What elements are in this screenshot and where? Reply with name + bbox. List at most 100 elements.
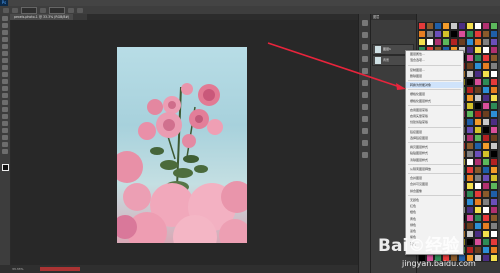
stamp-tool-icon[interactable] xyxy=(2,72,8,77)
color-swatch[interactable] xyxy=(474,126,482,134)
color-swatch[interactable] xyxy=(474,214,482,222)
color-swatch[interactable] xyxy=(474,86,482,94)
color-swatch[interactable] xyxy=(474,182,482,190)
color-swatch[interactable] xyxy=(426,38,434,46)
color-swatch[interactable] xyxy=(490,206,498,214)
option-select[interactable] xyxy=(21,6,37,14)
character-panel-icon[interactable] xyxy=(362,56,368,62)
path-select-tool-icon[interactable] xyxy=(2,128,8,133)
color-swatch[interactable] xyxy=(466,126,474,134)
color-swatch[interactable] xyxy=(466,46,474,54)
color-swatch[interactable] xyxy=(466,214,474,222)
color-swatch[interactable] xyxy=(482,62,490,70)
hand-tool-icon[interactable] xyxy=(2,142,8,147)
color-swatch[interactable] xyxy=(474,102,482,110)
option-select[interactable] xyxy=(49,6,65,14)
channels-panel-icon[interactable] xyxy=(362,128,368,134)
color-swatch[interactable] xyxy=(474,94,482,102)
color-swatch[interactable] xyxy=(482,182,490,190)
crop-tool-icon[interactable] xyxy=(2,44,8,49)
color-swatch[interactable] xyxy=(482,206,490,214)
color-swatch[interactable] xyxy=(474,118,482,126)
color-swatch[interactable] xyxy=(474,70,482,78)
color-swatch[interactable] xyxy=(490,110,498,118)
color-swatch[interactable] xyxy=(418,38,426,46)
context-menu-item[interactable]: 创建剪贴蒙版 xyxy=(406,119,463,125)
color-swatch[interactable] xyxy=(466,70,474,78)
context-menu-item[interactable]: 选择链接图层 xyxy=(406,135,463,141)
brush-tool-icon[interactable] xyxy=(2,65,8,70)
color-swatch[interactable] xyxy=(474,78,482,86)
navigator-panel-icon[interactable] xyxy=(362,116,368,122)
foreground-color-swatch[interactable] xyxy=(2,164,9,171)
color-swatch[interactable] xyxy=(474,54,482,62)
color-swatch[interactable] xyxy=(466,174,474,182)
move-tool-icon[interactable] xyxy=(2,16,8,21)
context-menu-item[interactable]: 转换为智能对象 xyxy=(406,82,463,89)
blur-tool-icon[interactable] xyxy=(2,100,8,105)
color-swatch[interactable] xyxy=(418,30,426,38)
context-menu-item[interactable]: 混合选项... xyxy=(406,57,463,63)
color-swatch[interactable] xyxy=(466,198,474,206)
color-swatch[interactable] xyxy=(466,102,474,110)
color-swatch[interactable] xyxy=(490,30,498,38)
paragraph-panel-icon[interactable] xyxy=(362,68,368,74)
color-swatch[interactable] xyxy=(482,54,490,62)
color-swatch[interactable] xyxy=(474,222,482,230)
color-swatch[interactable] xyxy=(482,150,490,158)
color-swatch[interactable] xyxy=(490,102,498,110)
color-swatch[interactable] xyxy=(482,38,490,46)
color-swatch[interactable] xyxy=(474,110,482,118)
actions-panel-icon[interactable] xyxy=(362,92,368,98)
color-swatch[interactable] xyxy=(466,166,474,174)
color-swatch[interactable] xyxy=(434,22,442,30)
color-swatch[interactable] xyxy=(482,230,490,238)
color-swatch[interactable] xyxy=(466,38,474,46)
color-swatch[interactable] xyxy=(474,246,482,254)
color-swatch[interactable] xyxy=(458,22,466,30)
color-swatch[interactable] xyxy=(474,62,482,70)
color-swatch[interactable] xyxy=(466,110,474,118)
color-swatch[interactable] xyxy=(466,62,474,70)
color-swatch[interactable] xyxy=(450,38,458,46)
option-button[interactable] xyxy=(68,7,74,13)
eyedropper-tool-icon[interactable] xyxy=(2,51,8,56)
color-swatch[interactable] xyxy=(490,54,498,62)
color-swatch[interactable] xyxy=(490,222,498,230)
color-swatch[interactable] xyxy=(466,222,474,230)
color-swatch[interactable] xyxy=(474,166,482,174)
color-swatch[interactable] xyxy=(466,22,474,30)
history-brush-tool-icon[interactable] xyxy=(2,79,8,84)
option-button[interactable] xyxy=(12,7,18,13)
context-menu-item[interactable]: 清除图层样式 xyxy=(406,157,463,163)
color-swatch[interactable] xyxy=(482,94,490,102)
color-swatch[interactable] xyxy=(474,142,482,150)
color-swatch[interactable] xyxy=(490,46,498,54)
zoom-tool-icon[interactable] xyxy=(2,149,8,154)
type-tool-icon[interactable] xyxy=(2,121,8,126)
color-swatch[interactable] xyxy=(490,158,498,166)
color-swatch[interactable] xyxy=(482,126,490,134)
color-swatch[interactable] xyxy=(490,142,498,150)
color-swatch[interactable] xyxy=(482,142,490,150)
color-swatch[interactable] xyxy=(482,22,490,30)
color-swatch[interactable] xyxy=(474,198,482,206)
color-swatch[interactable] xyxy=(442,38,450,46)
color-swatch[interactable] xyxy=(466,158,474,166)
color-swatch[interactable] xyxy=(490,126,498,134)
color-swatch[interactable] xyxy=(482,78,490,86)
properties-panel-icon[interactable] xyxy=(362,32,368,38)
option-button[interactable] xyxy=(77,7,83,13)
color-swatch[interactable] xyxy=(466,150,474,158)
color-swatch[interactable] xyxy=(490,70,498,78)
dodge-tool-icon[interactable] xyxy=(2,107,8,112)
color-swatch[interactable] xyxy=(490,214,498,222)
color-swatch[interactable] xyxy=(474,230,482,238)
gradient-tool-icon[interactable] xyxy=(2,93,8,98)
color-swatch[interactable] xyxy=(474,238,482,246)
color-swatch[interactable] xyxy=(482,102,490,110)
color-swatch[interactable] xyxy=(474,30,482,38)
info-panel-icon[interactable] xyxy=(362,104,368,110)
color-swatch[interactable] xyxy=(474,206,482,214)
color-swatch[interactable] xyxy=(490,94,498,102)
